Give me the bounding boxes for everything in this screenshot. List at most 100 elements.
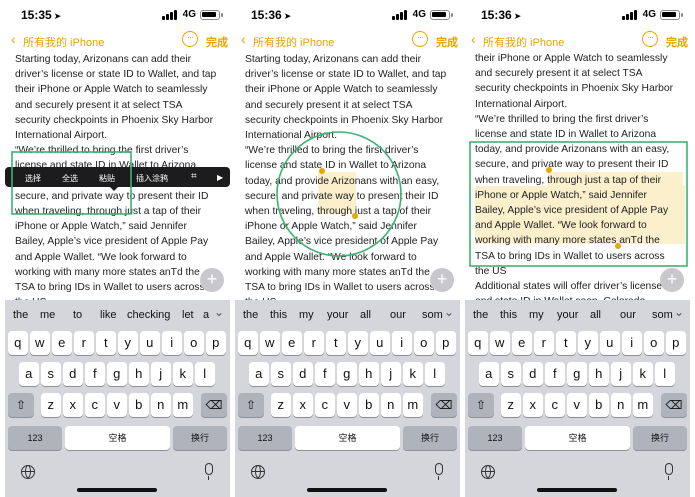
numbers-key[interactable]: 123 <box>238 426 292 450</box>
selection-handle-end[interactable] <box>352 213 358 219</box>
key-e[interactable]: e <box>52 331 72 355</box>
key-j[interactable]: j <box>611 362 631 386</box>
key-k[interactable]: k <box>633 362 653 386</box>
key-x[interactable]: x <box>523 393 543 417</box>
key-y[interactable]: y <box>118 331 138 355</box>
back-chevron-icon[interactable]: ‹ <box>241 32 246 46</box>
key-q[interactable]: q <box>468 331 488 355</box>
suggestion-word[interactable]: all <box>360 309 371 321</box>
key-e[interactable]: e <box>282 331 302 355</box>
key-m[interactable]: m <box>403 393 423 417</box>
globe-icon[interactable] <box>21 465 35 479</box>
key-i[interactable]: i <box>162 331 182 355</box>
key-g[interactable]: g <box>567 362 587 386</box>
key-j[interactable]: j <box>151 362 171 386</box>
return-key[interactable]: 换行 <box>403 426 457 450</box>
suggestion-word[interactable]: my <box>299 309 314 321</box>
key-f[interactable]: f <box>545 362 565 386</box>
shift-key[interactable]: ⇧ <box>238 393 264 417</box>
suggestion-word[interactable]: checking <box>127 309 170 321</box>
key-d[interactable]: d <box>63 362 83 386</box>
back-button[interactable]: 所有我的 iPhone <box>23 34 104 50</box>
key-t[interactable]: t <box>96 331 116 355</box>
globe-icon[interactable] <box>251 465 265 479</box>
suggestion-word[interactable]: the <box>473 309 488 321</box>
key-s[interactable]: s <box>501 362 521 386</box>
key-u[interactable]: u <box>600 331 620 355</box>
done-button[interactable]: 完成 <box>666 34 688 50</box>
key-h[interactable]: h <box>359 362 379 386</box>
done-button[interactable]: 完成 <box>436 34 458 50</box>
key-c[interactable]: c <box>315 393 335 417</box>
add-button[interactable]: + <box>430 268 454 292</box>
key-l[interactable]: l <box>195 362 215 386</box>
note-body[interactable]: Starting today, Arizonans can add their … <box>245 52 455 310</box>
suggestion-word[interactable]: like <box>100 309 117 321</box>
shift-key[interactable]: ⇧ <box>8 393 34 417</box>
chevron-down-icon[interactable]: ⌄ <box>214 305 224 319</box>
more-icon[interactable]: ··· <box>182 31 198 47</box>
key-b[interactable]: b <box>589 393 609 417</box>
key-v[interactable]: v <box>337 393 357 417</box>
key-r[interactable]: r <box>534 331 554 355</box>
key-i[interactable]: i <box>392 331 412 355</box>
chevron-down-icon[interactable]: ⌄ <box>674 305 684 319</box>
add-button[interactable]: + <box>200 268 224 292</box>
key-n[interactable]: n <box>611 393 631 417</box>
space-key[interactable]: 空格 <box>525 426 630 450</box>
suggestion-word[interactable]: all <box>590 309 601 321</box>
key-s[interactable]: s <box>41 362 61 386</box>
more-icon[interactable]: ··· <box>412 31 428 47</box>
scan-text-icon[interactable]: ⌗ <box>191 171 197 182</box>
key-k[interactable]: k <box>403 362 423 386</box>
chevron-down-icon[interactable]: ⌄ <box>444 305 454 319</box>
key-o[interactable]: o <box>184 331 204 355</box>
key-g[interactable]: g <box>337 362 357 386</box>
back-button[interactable]: 所有我的 iPhone <box>483 34 564 50</box>
note-body[interactable]: their iPhone or Apple Watch to seamlessl… <box>475 51 685 309</box>
suggestion-word[interactable]: let <box>182 309 194 321</box>
shift-key[interactable]: ⇧ <box>468 393 494 417</box>
key-p[interactable]: p <box>436 331 456 355</box>
key-s[interactable]: s <box>271 362 291 386</box>
suggestion-word[interactable]: a <box>203 309 209 321</box>
delete-key[interactable]: ⌫ <box>201 393 227 417</box>
more-icon[interactable]: ··· <box>642 31 658 47</box>
key-u[interactable]: u <box>140 331 160 355</box>
key-w[interactable]: w <box>490 331 510 355</box>
key-z[interactable]: z <box>271 393 291 417</box>
microphone-icon[interactable] <box>665 463 673 480</box>
menu-more-arrow[interactable]: ▶ <box>217 173 223 182</box>
key-z[interactable]: z <box>41 393 61 417</box>
suggestion-word[interactable]: me <box>40 309 55 321</box>
menu-item-select-all[interactable]: 全选 <box>62 173 78 184</box>
key-o[interactable]: o <box>644 331 664 355</box>
return-key[interactable]: 换行 <box>633 426 687 450</box>
numbers-key[interactable]: 123 <box>468 426 522 450</box>
key-d[interactable]: d <box>523 362 543 386</box>
key-c[interactable]: c <box>85 393 105 417</box>
key-w[interactable]: w <box>30 331 50 355</box>
selection-handle-start[interactable] <box>546 167 552 173</box>
key-b[interactable]: b <box>359 393 379 417</box>
suggestion-word[interactable]: this <box>270 309 287 321</box>
suggestion-word[interactable]: your <box>327 309 348 321</box>
delete-key[interactable]: ⌫ <box>431 393 457 417</box>
menu-item-select[interactable]: 选择 <box>25 173 41 184</box>
key-u[interactable]: u <box>370 331 390 355</box>
key-e[interactable]: e <box>512 331 532 355</box>
microphone-icon[interactable] <box>205 463 213 480</box>
menu-item-insert-drawing[interactable]: 插入涂鸦 <box>136 173 168 184</box>
key-m[interactable]: m <box>633 393 653 417</box>
globe-icon[interactable] <box>481 465 495 479</box>
key-n[interactable]: n <box>381 393 401 417</box>
suggestion-word[interactable]: this <box>500 309 517 321</box>
key-y[interactable]: y <box>578 331 598 355</box>
key-i[interactable]: i <box>622 331 642 355</box>
key-a[interactable]: a <box>19 362 39 386</box>
key-l[interactable]: l <box>425 362 445 386</box>
key-x[interactable]: x <box>63 393 83 417</box>
key-w[interactable]: w <box>260 331 280 355</box>
suggestion-word[interactable]: to <box>73 309 82 321</box>
key-g[interactable]: g <box>107 362 127 386</box>
